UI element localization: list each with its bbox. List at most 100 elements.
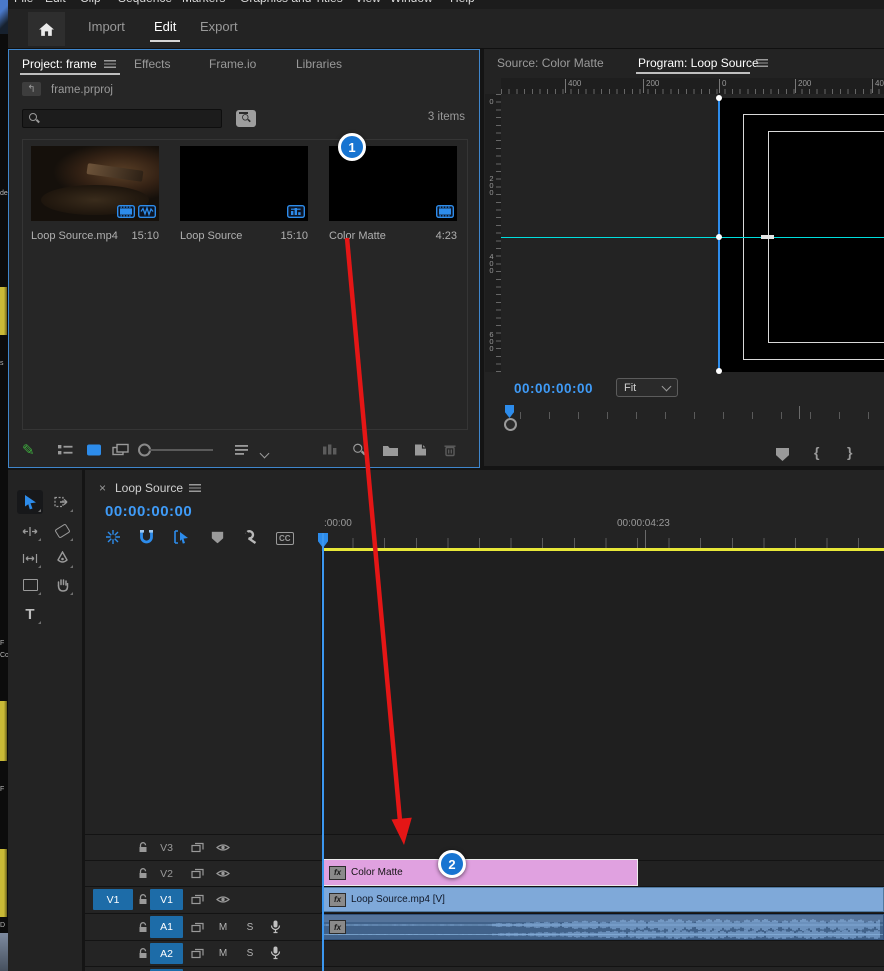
solo-button[interactable]: S — [243, 941, 257, 966]
toggle-track-output-eye-icon[interactable] — [216, 869, 230, 878]
automate-to-sequence-icon[interactable] — [322, 444, 338, 457]
guide-handle[interactable] — [716, 368, 722, 374]
breadcrumb[interactable]: frame.prproj — [51, 84, 113, 96]
vertical-ruler[interactable]: 0 200 400 600 — [485, 94, 501, 372]
program-playhead[interactable] — [505, 405, 514, 418]
sequence-thumbnail[interactable] — [180, 146, 308, 221]
playhead-line[interactable] — [322, 533, 324, 971]
mark-in-icon[interactable]: { — [814, 444, 819, 460]
timeline-tab[interactable]: Loop Source — [115, 481, 183, 495]
sync-lock-icon[interactable] — [191, 842, 204, 853]
new-item-icon[interactable] — [413, 443, 428, 457]
menu-help[interactable]: Help — [450, 0, 475, 5]
menu-graphics[interactable]: Graphics and Titles — [240, 0, 343, 5]
tab-source-monitor[interactable]: Source: Color Matte — [497, 56, 604, 70]
snap-magnet-icon[interactable] — [139, 529, 154, 545]
horizontal-guide[interactable] — [501, 237, 884, 238]
clip-loop-source-video[interactable]: fx Loop Source.mp4 [V] — [322, 887, 884, 912]
fx-badge[interactable]: fx — [329, 893, 346, 907]
toggle-track-output-eye-icon[interactable] — [216, 895, 230, 904]
item-name[interactable]: Loop Source — [180, 230, 242, 242]
source-patch-v1[interactable]: V1 — [93, 889, 133, 910]
track-name-a2[interactable]: A2 — [150, 943, 183, 964]
timeline-ruler[interactable] — [322, 538, 884, 548]
item-name[interactable]: Loop Source.mp4 — [31, 230, 118, 242]
type-tool[interactable]: T — [17, 602, 43, 626]
fx-badge[interactable]: fx — [329, 920, 346, 934]
item-name[interactable]: Color Matte — [329, 230, 386, 242]
toggle-track-output-eye-icon[interactable] — [216, 843, 230, 852]
program-mini-ruler[interactable] — [520, 412, 880, 419]
navigate-up-icon[interactable]: ↰ — [22, 82, 41, 96]
guide-handle[interactable] — [716, 234, 722, 240]
clip-loop-source-audio[interactable]: fx — [322, 914, 884, 940]
track-lane-v3[interactable] — [322, 835, 884, 860]
lock-icon[interactable] — [138, 842, 148, 853]
icon-view-icon[interactable] — [87, 445, 101, 456]
mark-out-icon[interactable]: } — [847, 444, 852, 460]
scrubber-handle[interactable] — [504, 418, 517, 431]
panel-menu-icon[interactable] — [756, 59, 768, 67]
menu-window[interactable]: Window — [390, 0, 433, 5]
add-marker-icon[interactable] — [212, 532, 224, 544]
tab-libraries[interactable]: Libraries — [296, 57, 342, 71]
lock-icon[interactable] — [138, 922, 148, 933]
panel-menu-icon[interactable] — [104, 60, 116, 68]
sync-lock-icon[interactable] — [191, 948, 204, 959]
find-icon[interactable] — [353, 444, 366, 457]
close-icon[interactable]: × — [99, 481, 106, 495]
lock-icon[interactable] — [138, 894, 148, 905]
chevron-down-icon[interactable] — [260, 449, 270, 459]
delete-icon[interactable] — [443, 443, 457, 457]
tab-effects[interactable]: Effects — [134, 57, 170, 71]
track-name-v2[interactable]: V2 — [150, 861, 183, 886]
zoom-slider-track[interactable] — [149, 449, 213, 451]
clip-thumbnail[interactable] — [31, 146, 159, 221]
track-select-forward-tool[interactable] — [49, 490, 75, 514]
guide-handle[interactable] — [716, 95, 722, 101]
mute-button[interactable]: M — [216, 914, 230, 940]
freeform-view-icon[interactable] — [112, 444, 130, 457]
menu-edit[interactable]: Edit — [45, 0, 66, 5]
tab-project[interactable]: Project: frame — [22, 57, 97, 71]
clip-color-matte[interactable]: fx Color Matte — [322, 859, 638, 886]
mute-button[interactable]: M — [216, 941, 230, 966]
voiceover-mic-icon[interactable] — [270, 920, 281, 934]
timeline-settings-wrench-icon[interactable] — [243, 529, 259, 545]
menu-clip[interactable]: Clip — [80, 0, 101, 5]
home-button[interactable] — [28, 12, 65, 46]
lock-icon[interactable] — [138, 868, 148, 879]
horizontal-ruler[interactable]: 400 200 0 200 400 — [501, 78, 884, 94]
track-name-a1[interactable]: A1 — [150, 916, 183, 938]
panel-menu-icon[interactable] — [189, 484, 201, 492]
rectangle-tool[interactable] — [17, 573, 43, 597]
ripple-edit-tool[interactable] — [17, 519, 43, 543]
sync-lock-icon[interactable] — [191, 868, 204, 879]
track-lane-a2[interactable] — [322, 941, 884, 966]
nest-sequence-icon[interactable] — [105, 529, 121, 545]
hand-tool[interactable] — [49, 573, 75, 597]
selection-tool[interactable] — [17, 490, 43, 514]
slip-tool[interactable] — [17, 546, 43, 570]
workspace-tab-export[interactable]: Export — [200, 19, 238, 34]
new-bin-icon[interactable] — [382, 444, 399, 457]
program-timecode[interactable]: 00:00:00:00 — [514, 381, 593, 396]
lock-icon[interactable] — [138, 948, 148, 959]
fx-badge[interactable]: fx — [329, 866, 346, 880]
linked-selection-icon[interactable] — [173, 529, 190, 545]
timeline-timecode[interactable]: 00:00:00:00 — [105, 503, 192, 520]
menu-file[interactable]: File — [14, 0, 33, 5]
project-item[interactable]: Loop Source.mp415:10 — [31, 146, 159, 242]
track-name-v3[interactable]: V3 — [150, 835, 183, 860]
search-input[interactable] — [22, 109, 222, 128]
pen-tool[interactable] — [49, 546, 75, 570]
search-bin-button[interactable] — [236, 110, 256, 127]
razor-tool[interactable] — [49, 519, 75, 543]
workspace-tab-import[interactable]: Import — [88, 19, 125, 34]
zoom-level-select[interactable]: Fit — [616, 378, 678, 397]
sync-lock-icon[interactable] — [191, 922, 204, 933]
sort-icon[interactable] — [234, 444, 249, 456]
menu-sequence[interactable]: Sequence — [118, 0, 172, 5]
sync-lock-icon[interactable] — [191, 894, 204, 905]
tab-frameio[interactable]: Frame.io — [209, 57, 256, 71]
